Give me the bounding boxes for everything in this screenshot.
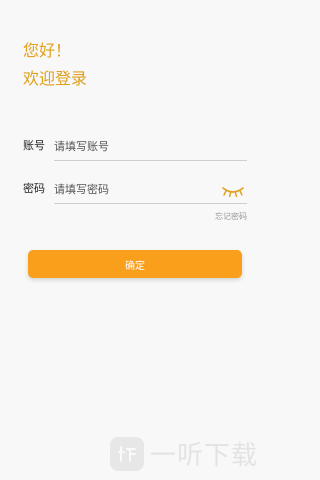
watermark-text: 一听下载 (150, 441, 259, 471)
account-label: 账号 (23, 139, 45, 152)
watermark: 一听下载 (110, 435, 258, 472)
password-field[interactable]: 密码 请填写密码 (23, 174, 247, 204)
confirm-button[interactable]: 确定 (28, 250, 242, 278)
confirm-button-label: 确定 (125, 260, 145, 272)
password-underline (54, 203, 247, 204)
forgot-password-link[interactable]: 忘记密码 (215, 211, 247, 222)
account-underline (54, 160, 247, 161)
eye-closed-icon[interactable] (221, 185, 245, 197)
password-input[interactable]: 请填写密码 (54, 181, 109, 197)
account-field[interactable]: 账号 请填写账号 (23, 131, 247, 161)
account-input[interactable]: 请填写账号 (54, 138, 109, 154)
greeting-hello: 您好！ (23, 41, 72, 60)
greeting-welcome: 欢迎登录 (23, 69, 88, 88)
password-label: 密码 (23, 182, 45, 195)
greeting: 您好！ 欢迎登录 (23, 37, 87, 93)
watermark-logo-icon (110, 436, 144, 471)
login-screen: 您好！ 欢迎登录 账号 请填写账号 密码 请填写密码 忘记密码 确定 一听下载 (0, 0, 270, 480)
